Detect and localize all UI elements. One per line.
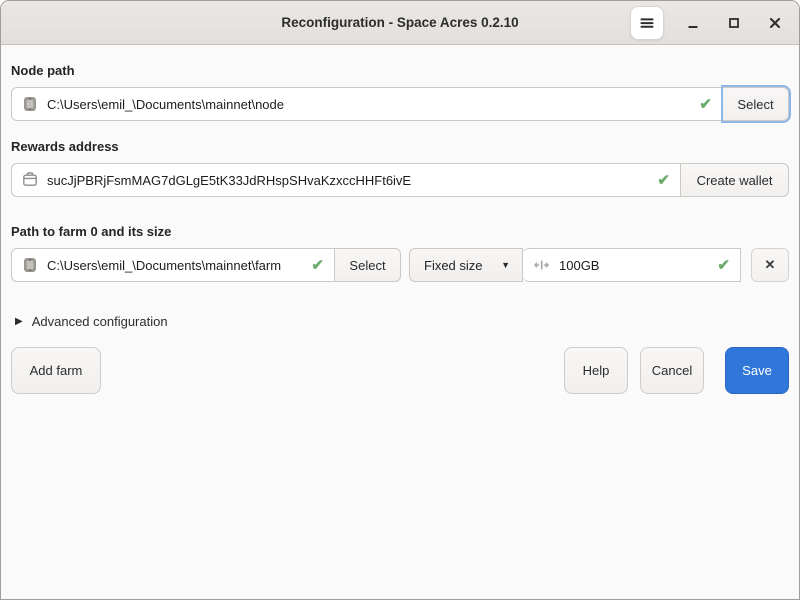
main-content: Node path C:\Users\emil_\Documents\mainn… (1, 63, 799, 394)
rewards-address-label: Rewards address (11, 139, 789, 154)
node-path-label: Node path (11, 63, 789, 78)
rewards-address-row: sucJjPBRjFsmMAG7dGLgE5tK33JdRHspSHvaKzxc… (11, 163, 789, 197)
ssd-drive-icon (22, 257, 38, 273)
farm-0-path-value: C:\Users\emil_\Documents\mainnet\farm (47, 258, 297, 273)
farm-0-size-valid-check-icon: ✔ (717, 256, 730, 274)
hamburger-icon (639, 15, 655, 31)
node-path-select-button[interactable]: Select (723, 87, 789, 121)
farm-0-path-valid-check-icon: ✔ (311, 256, 324, 274)
remove-x-icon: ✕ (765, 257, 776, 273)
titlebar: Reconfiguration - Space Acres 0.2.10 (1, 1, 799, 45)
farm-0-path-input[interactable]: C:\Users\emil_\Documents\mainnet\farm ✔ (11, 248, 335, 282)
node-path-valid-check-icon: ✔ (699, 95, 712, 113)
farm-0-remove-button[interactable]: ✕ (751, 248, 789, 282)
farm-0-row: C:\Users\emil_\Documents\mainnet\farm ✔ … (11, 248, 789, 282)
add-farm-button[interactable]: Add farm (11, 347, 101, 394)
close-button[interactable] (763, 11, 787, 35)
farm-0-size-mode-value: Fixed size (424, 258, 483, 273)
chevron-down-icon: ▼ (501, 260, 510, 270)
farm-0-size-value: 100GB (559, 258, 703, 273)
node-path-group: C:\Users\emil_\Documents\mainnet\node ✔ … (11, 87, 789, 121)
save-button[interactable]: Save (725, 347, 789, 394)
create-wallet-button[interactable]: Create wallet (681, 163, 789, 197)
wallet-icon (22, 172, 38, 188)
rewards-address-group: sucJjPBRjFsmMAG7dGLgE5tK33JdRHspSHvaKzxc… (11, 163, 789, 197)
node-path-value: C:\Users\emil_\Documents\mainnet\node (47, 97, 685, 112)
expander-triangle-icon: ▶ (15, 316, 23, 327)
cancel-button[interactable]: Cancel (640, 347, 704, 394)
farm-0-path-group: C:\Users\emil_\Documents\mainnet\farm ✔ … (11, 248, 401, 282)
maximize-button[interactable] (722, 11, 746, 35)
node-path-row: C:\Users\emil_\Documents\mainnet\node ✔ … (11, 87, 789, 121)
menu-button[interactable] (630, 6, 664, 40)
advanced-configuration-expander[interactable]: ▶ Advanced configuration (11, 314, 168, 329)
rewards-address-valid-check-icon: ✔ (657, 171, 670, 189)
minimize-icon (685, 15, 701, 31)
farm-0-size-group: Fixed size ▼ 100GB ✔ (409, 248, 741, 282)
advanced-configuration-label: Advanced configuration (32, 314, 168, 329)
farm-0-select-button[interactable]: Select (335, 248, 401, 282)
resize-horizontal-icon (533, 257, 550, 273)
minimize-button[interactable] (681, 11, 705, 35)
rewards-address-input[interactable]: sucJjPBRjFsmMAG7dGLgE5tK33JdRHspSHvaKzxc… (11, 163, 681, 197)
close-icon (767, 15, 783, 31)
maximize-icon (726, 15, 742, 31)
node-path-input[interactable]: C:\Users\emil_\Documents\mainnet\node ✔ (11, 87, 723, 121)
help-button[interactable]: Help (564, 347, 628, 394)
farm-0-label: Path to farm 0 and its size (11, 224, 789, 239)
window-controls (630, 6, 799, 40)
action-bar: Add farm Help Cancel Save (11, 347, 789, 394)
farm-0-size-mode-dropdown[interactable]: Fixed size ▼ (409, 248, 523, 282)
farm-0-size-input[interactable]: 100GB ✔ (523, 248, 741, 282)
app-window: Reconfiguration - Space Acres 0.2.10 (0, 0, 800, 600)
rewards-address-value: sucJjPBRjFsmMAG7dGLgE5tK33JdRHspSHvaKzxc… (47, 173, 643, 188)
ssd-drive-icon (22, 96, 38, 112)
